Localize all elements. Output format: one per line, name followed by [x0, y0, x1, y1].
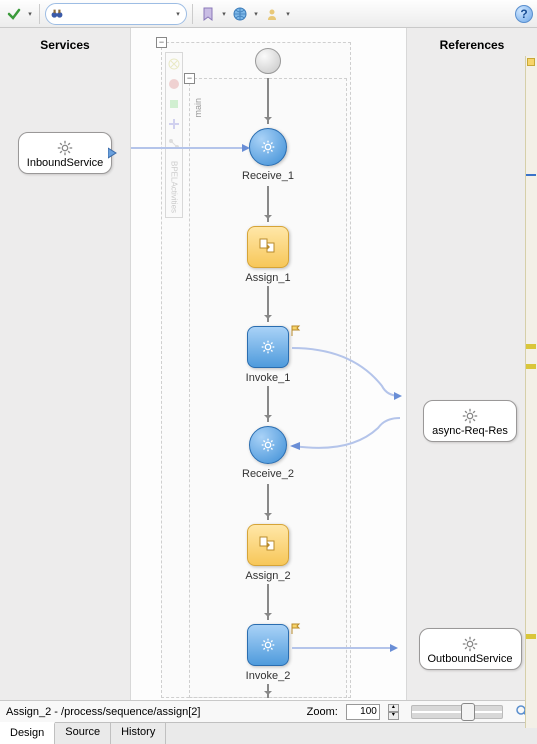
invoke1-node[interactable]: Invoke_1 [223, 326, 313, 384]
gear-icon [259, 636, 277, 654]
palette-label: BPELActivities [170, 161, 179, 213]
globe-dropdown[interactable]: ▾ [252, 10, 260, 18]
main-area: Services InboundService − − main BPELAct… [0, 28, 537, 700]
status-bar: Assign_2 - /process/sequence/assign[2] Z… [0, 700, 537, 722]
services-column: Services InboundService [0, 28, 130, 700]
zoom-input[interactable] [346, 704, 380, 720]
node-label: Invoke_1 [246, 372, 291, 384]
partner-label: async-Req-Res [432, 425, 508, 437]
assign2-node[interactable]: Assign_2 [223, 524, 313, 582]
services-title: Services [40, 38, 89, 52]
arrow-4 [267, 386, 269, 422]
globe-button[interactable] [230, 4, 250, 24]
overview-warning [526, 364, 536, 369]
assign1-node[interactable]: Assign_1 [223, 226, 313, 284]
arrow-3 [267, 286, 269, 322]
node-label: Assign_1 [245, 272, 290, 284]
help-button[interactable]: ? [515, 5, 533, 23]
gear-icon [259, 338, 277, 356]
validate-dropdown[interactable]: ▾ [26, 10, 34, 18]
arrow-2 [267, 186, 269, 222]
node-label: Receive_2 [242, 468, 294, 480]
zoom-spinner: ▴ ▾ [388, 704, 399, 720]
overview-strip[interactable] [525, 56, 537, 728]
flag-icon [290, 623, 302, 635]
bottom-tabs: Design Source History [0, 722, 537, 744]
gear-icon [461, 407, 479, 425]
partner-label: OutboundService [428, 653, 513, 665]
references-column: References async-Req-Res OutboundService [407, 28, 537, 700]
palette-item-1[interactable] [167, 57, 181, 71]
node-label: Assign_2 [245, 570, 290, 582]
receive1-node[interactable]: Receive_1 [223, 128, 313, 182]
palette-item-2[interactable] [167, 77, 181, 91]
partner-outbound[interactable]: OutboundService [419, 628, 522, 670]
invoke2-node[interactable]: Invoke_2 [223, 624, 313, 682]
palette-item-4[interactable] [167, 117, 181, 131]
search-input[interactable] [64, 7, 174, 21]
gear-icon [259, 436, 277, 454]
validate-button[interactable] [4, 4, 24, 24]
partner-label: InboundService [27, 157, 103, 169]
arrow-5 [267, 484, 269, 520]
collapse-toggle-inner[interactable]: − [184, 73, 195, 84]
node-label: Receive_1 [242, 170, 294, 182]
zoom-slider[interactable] [411, 705, 503, 719]
palette-item-5[interactable] [167, 137, 181, 151]
bookmark-dropdown[interactable]: ▾ [220, 10, 228, 18]
bookmark-button[interactable] [198, 4, 218, 24]
palette: BPELActivities [165, 52, 183, 218]
tab-design[interactable]: Design [0, 722, 55, 744]
user-button[interactable] [262, 4, 282, 24]
tab-source[interactable]: Source [55, 723, 111, 744]
receive2-node[interactable]: Receive_2 [223, 426, 313, 480]
references-title: References [440, 38, 505, 52]
canvas[interactable]: − − main BPELActivities Receive_1 [130, 28, 407, 700]
node-label: Invoke_2 [246, 670, 291, 682]
assign-icon [257, 236, 279, 258]
tab-history[interactable]: History [111, 723, 166, 744]
zoom-down[interactable]: ▾ [388, 712, 399, 720]
assign-icon [257, 534, 279, 556]
search-group: ▾ [45, 3, 187, 25]
user-dropdown[interactable]: ▾ [284, 10, 292, 18]
gear-icon [56, 139, 74, 157]
status-path: Assign_2 - /process/sequence/assign[2] [6, 706, 200, 718]
partner-inbound[interactable]: InboundService [18, 132, 112, 174]
toolbar: ▾ ▾ ▾ ▾ ▾ ? [0, 0, 537, 28]
overview-warning [526, 344, 536, 349]
search-dropdown[interactable]: ▾ [174, 10, 182, 18]
zoom-thumb[interactable] [461, 703, 475, 721]
zoom-up[interactable]: ▴ [388, 704, 399, 712]
collapse-toggle-outer[interactable]: − [156, 37, 167, 48]
port-icon [108, 146, 118, 160]
scope-main-label: main [193, 98, 203, 118]
arrow-1 [267, 78, 269, 124]
gear-icon [259, 138, 277, 156]
overview-warning [526, 634, 536, 639]
overview-marker [526, 174, 536, 176]
zoom-label: Zoom: [307, 706, 338, 718]
partner-async[interactable]: async-Req-Res [423, 400, 517, 442]
flag-icon [290, 325, 302, 337]
binoculars-icon [50, 7, 64, 21]
palette-item-3[interactable] [167, 97, 181, 111]
arrow-6 [267, 584, 269, 620]
start-node[interactable] [223, 48, 313, 74]
arrow-7 [267, 684, 269, 698]
gear-icon [461, 635, 479, 653]
overview-top-marker [527, 58, 535, 66]
